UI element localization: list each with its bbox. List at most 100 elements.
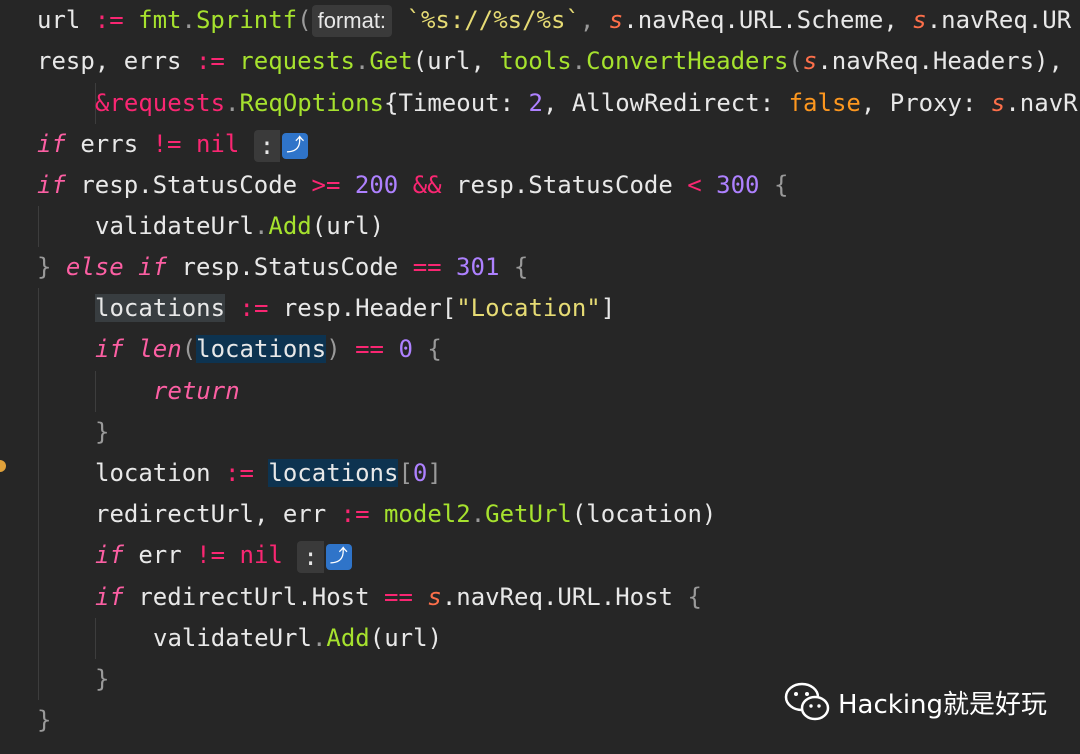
code-token: ConvertHeaders	[586, 47, 789, 75]
code-token: &&	[412, 171, 442, 199]
code-token: ]	[600, 294, 616, 322]
code-token: resp.Header[	[282, 294, 457, 322]
code-token: .	[225, 89, 240, 117]
code-token: url	[37, 6, 81, 34]
code-token: }	[95, 665, 110, 693]
code-token: if	[37, 171, 66, 199]
wechat-icon	[784, 682, 830, 721]
code-token: (	[788, 47, 803, 75]
code-line-7[interactable]: } else if resp.StatusCode == 301 {	[37, 247, 528, 288]
code-line-4[interactable]: if errs != nil : ⤴	[37, 124, 309, 166]
code-token: 0	[384, 335, 428, 363]
code-token: fmt	[138, 6, 182, 34]
code-token: requests	[239, 47, 355, 75]
folded-block[interactable]: : ⤴	[297, 536, 352, 577]
indent-guide	[95, 618, 96, 659]
code-line-6[interactable]: validateUrl.Add(url)	[95, 206, 384, 247]
code-token: 0	[412, 459, 428, 487]
code-token: .	[354, 47, 370, 75]
code-token: if	[95, 541, 124, 569]
return-arrow-icon[interactable]: ⤴	[325, 543, 352, 570]
code-line-14[interactable]: if err != nil : ⤴	[95, 535, 352, 576]
code-token: validateUrl	[95, 212, 254, 240]
code-token: .	[470, 500, 486, 528]
code-line-11[interactable]: }	[95, 412, 109, 453]
code-token: , Proxy:	[860, 89, 991, 117]
code-token: }	[95, 418, 110, 446]
code-token: err	[123, 541, 197, 569]
code-token: !=	[196, 541, 226, 569]
code-token: ==	[355, 335, 385, 363]
code-token: (url,	[412, 47, 500, 75]
code-token: "Location"	[456, 294, 601, 322]
code-line-5[interactable]: if resp.StatusCode >= 200 && resp.Status…	[37, 165, 788, 206]
code-token: :=	[181, 47, 240, 75]
code-token: s	[990, 89, 1006, 117]
return-arrow-icon[interactable]: ⤴	[282, 132, 309, 159]
code-token: .navReq.UR	[926, 6, 1072, 34]
indent-guide	[95, 371, 96, 412]
code-token: [	[398, 459, 413, 487]
code-token: model2	[383, 500, 471, 528]
code-token: (	[181, 335, 197, 363]
code-line-15[interactable]: if redirectUrl.Host == s.navReq.URL.Host…	[95, 577, 702, 618]
code-token: >=	[311, 171, 341, 199]
code-token: .navR	[1005, 89, 1078, 117]
code-line-2[interactable]: resp, errs := requests.Get(url, tools.Co…	[37, 41, 1077, 82]
code-token: s	[802, 47, 818, 75]
code-token: Add	[268, 212, 312, 240]
code-token: .	[311, 624, 327, 652]
code-line-17[interactable]: }	[95, 659, 109, 700]
code-token: Sprintf	[195, 6, 298, 34]
code-token: s	[412, 583, 442, 611]
fold-colon: :	[297, 540, 324, 573]
code-line-13[interactable]: redirectUrl, err := model2.GetUrl(locati…	[95, 494, 716, 535]
folded-block[interactable]: : ⤴	[253, 125, 309, 166]
code-token: ==	[384, 583, 413, 611]
code-token: ,	[579, 6, 609, 34]
code-token: , AllowRedirect:	[542, 89, 789, 117]
code-token: s	[608, 6, 624, 34]
code-token: Add	[326, 624, 370, 652]
code-token: !=	[152, 130, 182, 158]
code-token: if	[37, 130, 66, 158]
code-token: resp.StatusCode	[441, 171, 688, 199]
code-line-1[interactable]: url := fmt.Sprintf(format: `%s://%s/%s`,…	[37, 0, 1071, 41]
code-token: false	[788, 89, 861, 117]
code-token: .	[571, 47, 587, 75]
code-editor[interactable]: url := fmt.Sprintf(format: `%s://%s/%s`,…	[0, 0, 1080, 754]
code-token: &requests	[95, 89, 226, 117]
code-token: len	[123, 335, 182, 363]
code-token: :=	[326, 500, 384, 528]
code-token: GetUrl	[485, 500, 572, 528]
code-token: errs	[65, 130, 153, 158]
code-line-8[interactable]: locations := resp.Header["Location"]	[95, 288, 615, 329]
code-line-18[interactable]: }	[37, 700, 51, 741]
code-token-selected: locations	[95, 294, 226, 322]
breakpoint-marker[interactable]	[0, 460, 6, 472]
watermark: Hacking就是好玩	[784, 680, 1047, 724]
code-token: {	[773, 171, 789, 199]
code-token: .	[181, 6, 196, 34]
code-line-3[interactable]: &requests.ReqOptions{Timeout: 2, AllowRe…	[95, 83, 1078, 124]
code-token: 200	[340, 171, 413, 199]
code-token: redirectUrl, err	[95, 500, 327, 528]
code-line-16[interactable]: validateUrl.Add(url)	[153, 618, 442, 659]
code-token: }	[37, 706, 52, 734]
code-token: resp, errs	[37, 47, 182, 75]
code-token: .navReq.URL.Host	[441, 583, 688, 611]
code-token: 2	[528, 89, 543, 117]
code-token: .navReq.URL.Scheme,	[623, 6, 913, 34]
code-token: :=	[210, 459, 269, 487]
code-line-12[interactable]: location := locations[0]	[95, 453, 442, 494]
indent-guide	[38, 206, 39, 247]
code-line-9[interactable]: if len(locations) == 0 {	[95, 329, 442, 370]
code-token: tools	[499, 47, 572, 75]
code-token: else	[51, 253, 124, 281]
code-token: .navReq.Headers),	[817, 47, 1078, 75]
code-token: }	[37, 253, 52, 281]
code-line-10[interactable]: return	[153, 371, 240, 412]
code-token: resp.StatusCode	[167, 253, 413, 281]
code-token: s	[912, 6, 927, 34]
code-token: Get	[369, 47, 413, 75]
